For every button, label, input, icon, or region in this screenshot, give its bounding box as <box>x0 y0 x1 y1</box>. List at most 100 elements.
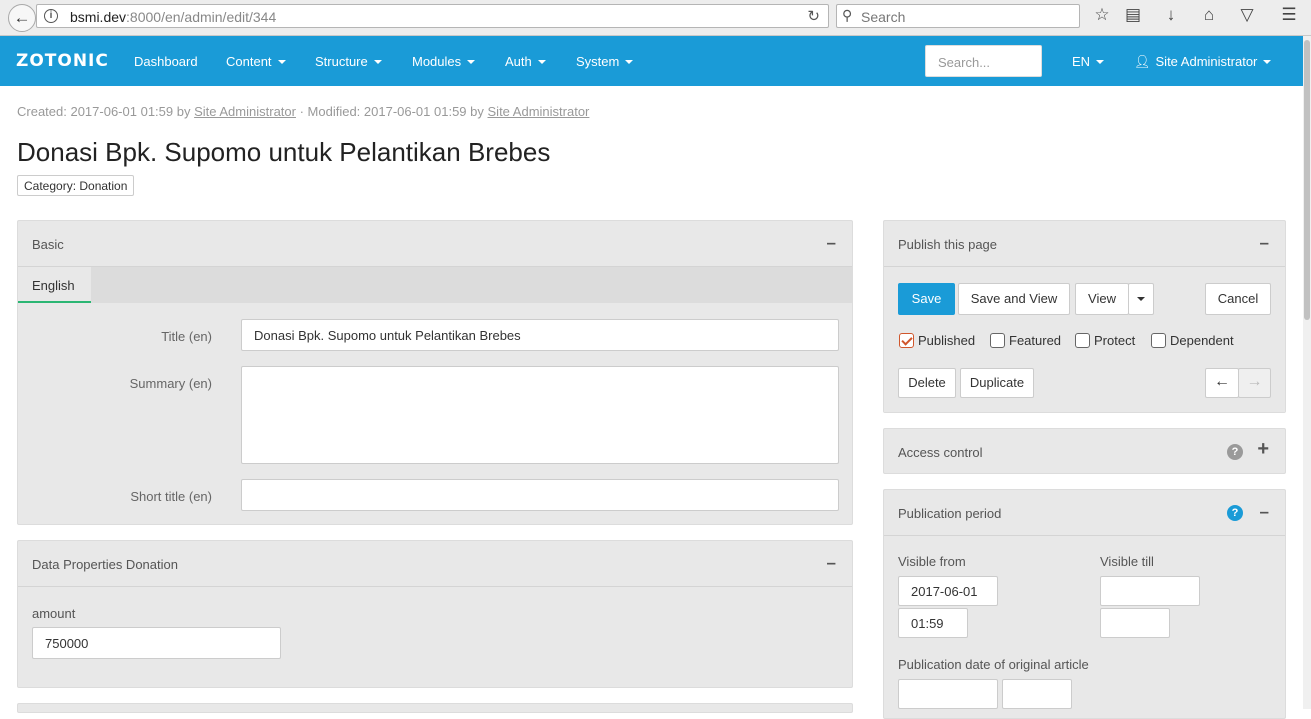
original-date-label: Publication date of original article <box>898 657 1089 672</box>
published-checkbox[interactable]: Published <box>899 333 975 351</box>
basic-panel-title: Basic <box>32 237 64 252</box>
visible-from-label: Visible from <box>898 554 966 569</box>
checkbox-checked-icon <box>899 333 914 348</box>
search-icon: ⚲ <box>842 7 853 23</box>
visible-from-date-input[interactable]: 2017-06-01 <box>898 576 998 606</box>
basic-panel: Basic – English Title (en) Donasi Bpk. S… <box>17 220 853 525</box>
view-button[interactable]: View <box>1075 283 1129 315</box>
delete-button[interactable]: Delete <box>898 368 956 398</box>
checkbox-icon <box>990 333 1005 348</box>
collapse-icon[interactable]: – <box>1260 502 1269 522</box>
nav-dashboard[interactable]: Dashboard <box>134 54 198 69</box>
publish-panel-title: Publish this page <box>898 237 998 252</box>
visible-till-label: Visible till <box>1100 554 1154 569</box>
protect-checkbox[interactable]: Protect <box>1075 333 1135 351</box>
download-icon[interactable]: ↓ <box>1160 5 1182 25</box>
next-panel <box>17 703 853 713</box>
checkbox-icon <box>1075 333 1090 348</box>
save-button[interactable]: Save <box>898 283 955 315</box>
caret-down-icon <box>277 60 286 64</box>
expand-icon[interactable]: + <box>1257 438 1269 461</box>
basic-panel-header[interactable]: Basic – <box>18 221 852 267</box>
visible-till-date-input[interactable] <box>1100 576 1200 606</box>
checkbox-icon <box>1151 333 1166 348</box>
caret-down-icon <box>1096 60 1105 64</box>
help-icon[interactable]: ? <box>1227 505 1243 521</box>
page-title: Donasi Bpk. Supomo untuk Pelantikan Breb… <box>17 137 551 167</box>
data-panel-header[interactable]: Data Properties Donation – <box>18 541 852 587</box>
next-arrow-icon[interactable]: → <box>1238 368 1271 398</box>
scrollbar-thumb[interactable] <box>1304 40 1310 320</box>
access-control-panel: Access control ? + <box>883 428 1286 474</box>
url-text: bsmi.dev:8000/en/admin/edit/344 <box>70 9 277 25</box>
dependent-checkbox[interactable]: Dependent <box>1151 333 1234 351</box>
access-panel-title: Access control <box>898 445 983 460</box>
bookmark-star-icon[interactable]: ☆ <box>1091 5 1113 25</box>
pocket-icon[interactable]: ▽ <box>1236 5 1258 25</box>
nav-structure[interactable]: Structure <box>315 54 382 69</box>
nav-modules[interactable]: Modules <box>412 54 476 69</box>
caret-down-icon <box>467 60 476 64</box>
featured-checkbox[interactable]: Featured <box>990 333 1061 351</box>
modified-by-link[interactable]: Site Administrator <box>488 104 590 119</box>
nav-system[interactable]: System <box>576 54 634 69</box>
nav-auth[interactable]: Auth <box>505 54 546 69</box>
amount-label: amount <box>32 606 76 621</box>
back-arrow-icon[interactable]: ← <box>8 4 36 32</box>
nav-content[interactable]: Content <box>226 54 286 69</box>
duplicate-button[interactable]: Duplicate <box>960 368 1034 398</box>
amount-input[interactable]: 750000 <box>32 627 281 659</box>
page-scrollbar[interactable] <box>1303 36 1311 709</box>
admin-search-input[interactable]: Search... <box>925 45 1042 77</box>
data-panel-title: Data Properties Donation <box>32 557 178 572</box>
caret-down-icon <box>1263 60 1272 64</box>
page-meta: Created: 2017-06-01 01:59 by Site Admini… <box>17 104 590 119</box>
save-and-view-button[interactable]: Save and View <box>958 283 1070 315</box>
original-time-input[interactable] <box>1002 679 1072 709</box>
visible-from-time-input[interactable]: 01:59 <box>898 608 968 638</box>
caret-down-icon <box>373 60 382 64</box>
original-date-input[interactable] <box>898 679 998 709</box>
title-input[interactable]: Donasi Bpk. Supomo untuk Pelantikan Breb… <box>241 319 839 351</box>
summary-label: Summary (en) <box>129 376 212 391</box>
info-icon[interactable]: i <box>44 9 58 23</box>
caret-down-icon <box>537 60 546 64</box>
publication-panel-header[interactable]: Publication period ? – <box>884 490 1285 536</box>
access-panel-header[interactable]: Access control ? + <box>884 429 1285 475</box>
browser-search-placeholder: Search <box>861 9 906 25</box>
reading-list-icon[interactable]: ▤ <box>1122 5 1144 25</box>
summary-textarea[interactable] <box>241 366 839 464</box>
browser-toolbar: ← i bsmi.dev:8000/en/admin/edit/344 ↻ ⚲ … <box>0 0 1311 36</box>
help-icon[interactable]: ? <box>1227 444 1243 460</box>
caret-down-icon <box>625 60 634 64</box>
url-bar[interactable]: i bsmi.dev:8000/en/admin/edit/344 ↻ <box>36 4 829 28</box>
cancel-button[interactable]: Cancel <box>1205 283 1271 315</box>
category-badge[interactable]: Category: Donation <box>17 175 135 196</box>
user-menu[interactable]: 👤︎ Site Administrator <box>1134 54 1272 70</box>
language-dropdown[interactable]: EN <box>1072 54 1105 69</box>
publish-panel-header[interactable]: Publish this page – <box>884 221 1285 267</box>
created-by-link[interactable]: Site Administrator <box>194 104 296 119</box>
collapse-icon[interactable]: – <box>827 233 836 253</box>
zotonic-logo[interactable]: ZOTONIC <box>16 51 109 71</box>
title-label: Title (en) <box>161 329 212 344</box>
menu-icon[interactable]: ☰ <box>1278 5 1300 25</box>
caret-down-icon <box>1137 297 1145 301</box>
user-icon: 👤︎ <box>1134 54 1151 69</box>
publication-panel-title: Publication period <box>898 506 1002 521</box>
language-tabs: English <box>18 267 852 303</box>
reload-icon[interactable]: ↻ <box>807 7 820 25</box>
publication-period-panel: Publication period ? – Visible from 2017… <box>883 489 1286 719</box>
tab-english[interactable]: English <box>18 267 91 303</box>
short-title-input[interactable] <box>241 479 839 511</box>
data-properties-panel: Data Properties Donation – amount 750000 <box>17 540 853 688</box>
previous-arrow-icon[interactable]: ← <box>1205 368 1239 398</box>
browser-search-box[interactable]: ⚲ Search <box>836 4 1080 28</box>
view-dropdown-toggle[interactable] <box>1128 283 1154 315</box>
short-title-label: Short title (en) <box>130 489 212 504</box>
home-icon[interactable]: ⌂ <box>1198 5 1220 25</box>
admin-navbar: ZOTONIC Dashboard Content Structure Modu… <box>0 36 1311 86</box>
visible-till-time-input[interactable] <box>1100 608 1170 638</box>
collapse-icon[interactable]: – <box>827 553 836 573</box>
collapse-icon[interactable]: – <box>1260 233 1269 253</box>
